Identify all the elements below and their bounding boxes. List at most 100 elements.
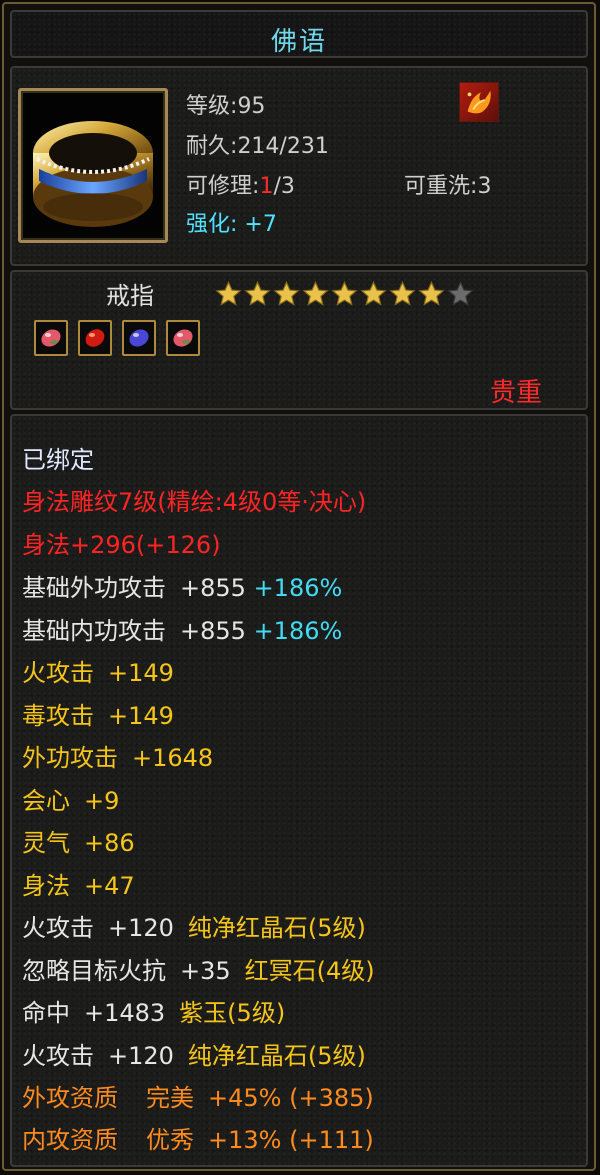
stat-percent: +186% bbox=[253, 617, 343, 645]
gem-socket-1[interactable] bbox=[34, 320, 68, 356]
stat-value: +296 bbox=[70, 531, 136, 559]
stat-label: 外功攻击 bbox=[22, 744, 118, 772]
socket-gems bbox=[34, 320, 200, 356]
engrave-line: 身法雕纹7级(精绘:4级0等·决心) bbox=[22, 488, 367, 516]
stat-label: 命中 bbox=[22, 999, 70, 1027]
repair-label: 可修理 bbox=[186, 174, 253, 199]
stat-line: 毒攻击 +149 bbox=[22, 702, 174, 730]
stat-value: +149 bbox=[108, 659, 174, 687]
red-gem-icon bbox=[85, 329, 105, 347]
bound-status: 已绑定 bbox=[22, 446, 94, 474]
rewash-value: 3 bbox=[477, 174, 492, 199]
stat-bonus: (+126) bbox=[135, 531, 221, 559]
phoenix-badge-icon[interactable] bbox=[459, 82, 499, 122]
gem-stat-line: 火攻击 +120 纯净红晶石(5级) bbox=[22, 914, 366, 942]
item-icon-frame[interactable] bbox=[18, 88, 168, 243]
gem-name: 纯净红晶石(5级) bbox=[187, 1042, 366, 1070]
gem-socket-4[interactable] bbox=[166, 320, 200, 356]
star-filled-icon bbox=[273, 280, 300, 306]
stat-label: 火攻击 bbox=[22, 1042, 94, 1070]
pink-gem-icon bbox=[41, 329, 61, 347]
item-type-name: 戒指 bbox=[106, 282, 154, 310]
stat-label: 身法 bbox=[22, 531, 70, 559]
rewash-label: 可重洗 bbox=[404, 174, 471, 199]
quality-percent: +13% bbox=[208, 1126, 282, 1154]
stat-value: +149 bbox=[108, 702, 174, 730]
stat-label: 忽略目标火抗 bbox=[22, 957, 166, 985]
stat-line: 基础内功攻击 +855 +186% bbox=[22, 617, 342, 645]
gem-socket-3[interactable] bbox=[122, 320, 156, 356]
quality-line: 外攻资质 完美 +45% (+385) bbox=[22, 1084, 374, 1112]
stat-line: 火攻击 +149 bbox=[22, 659, 174, 687]
enhance-value: +7 bbox=[244, 212, 277, 237]
gem-name: 纯净红晶石(5级) bbox=[187, 914, 366, 942]
stat-value: +9 bbox=[84, 787, 120, 815]
item-title: 佛语 bbox=[270, 27, 327, 57]
star-rating bbox=[214, 280, 475, 308]
title-bar: 佛语 bbox=[10, 10, 588, 58]
repair-current: 1 bbox=[259, 174, 274, 199]
quality-label: 外攻资质 bbox=[22, 1084, 118, 1112]
gem-stat-line: 忽略目标火抗 +35 红冥石(4级) bbox=[22, 957, 375, 985]
durability-label: 耐久 bbox=[186, 134, 231, 159]
star-filled-icon bbox=[244, 280, 271, 306]
stat-label: 灵气 bbox=[22, 829, 70, 857]
stat-line: 基础外功攻击 +855 +186% bbox=[22, 574, 342, 602]
stat-label: 毒攻击 bbox=[22, 702, 94, 730]
stat-value: +120 bbox=[108, 914, 174, 942]
stat-value: +120 bbox=[108, 1042, 174, 1070]
repair-max: /3 bbox=[273, 174, 295, 199]
gem-stat-line: 火攻击 +120 纯净红晶石(5级) bbox=[22, 1042, 366, 1070]
rewash-row: 可重洗:3 bbox=[404, 174, 492, 199]
enhance-label: 强化 bbox=[186, 212, 231, 237]
stat-line: 身法 +47 bbox=[22, 872, 135, 900]
repair-row: 可修理:1/3 bbox=[186, 174, 295, 199]
star-filled-icon bbox=[215, 280, 242, 306]
ring-icon bbox=[25, 95, 161, 236]
stat-value: +1648 bbox=[132, 744, 214, 772]
level-value: 95 bbox=[237, 94, 266, 119]
stat-label: 基础外功攻击 bbox=[22, 574, 166, 602]
stat-line: 外功攻击 +1648 bbox=[22, 744, 213, 772]
quality-grade: 完美 bbox=[146, 1084, 194, 1112]
stat-label: 基础内功攻击 bbox=[22, 617, 166, 645]
gem-name: 紫玉(5级) bbox=[179, 999, 286, 1027]
level-row: 等级:95 bbox=[186, 94, 266, 119]
star-filled-icon bbox=[331, 280, 358, 306]
stat-label: 火攻击 bbox=[22, 659, 94, 687]
enhance-row: 强化: +7 bbox=[186, 212, 277, 237]
star-filled-icon bbox=[302, 280, 329, 306]
quality-percent: +45% bbox=[208, 1084, 282, 1112]
durability-value: 214/231 bbox=[237, 134, 329, 159]
shenfa-main-line: 身法+296(+126) bbox=[22, 531, 221, 559]
durability-row: 耐久:214/231 bbox=[186, 134, 329, 159]
quality-bonus: (+385) bbox=[289, 1084, 374, 1112]
stat-label: 火攻击 bbox=[22, 914, 94, 942]
level-label: 等级 bbox=[186, 94, 231, 119]
star-filled-icon bbox=[418, 280, 445, 306]
star-empty-icon bbox=[447, 280, 474, 306]
gem-stat-line: 命中 +1483 紫玉(5级) bbox=[22, 999, 285, 1027]
quality-grade: 优秀 bbox=[146, 1126, 194, 1154]
stat-line: 会心 +9 bbox=[22, 787, 119, 815]
stat-label: 身法 bbox=[22, 872, 70, 900]
quality-line: 内攻资质 优秀 +13% (+111) bbox=[22, 1126, 374, 1154]
stat-value: +855 bbox=[180, 574, 246, 602]
stat-value: +47 bbox=[84, 872, 135, 900]
stat-percent: +186% bbox=[253, 574, 343, 602]
gem-socket-2[interactable] bbox=[78, 320, 112, 356]
stat-value: +35 bbox=[180, 957, 231, 985]
stat-value: +1483 bbox=[84, 999, 166, 1027]
quality-bonus: (+111) bbox=[289, 1126, 374, 1154]
stat-value: +855 bbox=[180, 617, 246, 645]
star-filled-icon bbox=[360, 280, 387, 306]
rarity-label: 贵重 bbox=[490, 378, 543, 408]
quality-label: 内攻资质 bbox=[22, 1126, 118, 1154]
stat-value: +86 bbox=[84, 829, 135, 857]
pink-gem-icon bbox=[173, 329, 193, 347]
gem-name: 红冥石(4级) bbox=[244, 957, 375, 985]
purple-gem-icon bbox=[129, 329, 149, 347]
stat-label: 会心 bbox=[22, 787, 70, 815]
stat-line: 灵气 +86 bbox=[22, 829, 135, 857]
star-filled-icon bbox=[389, 280, 416, 306]
